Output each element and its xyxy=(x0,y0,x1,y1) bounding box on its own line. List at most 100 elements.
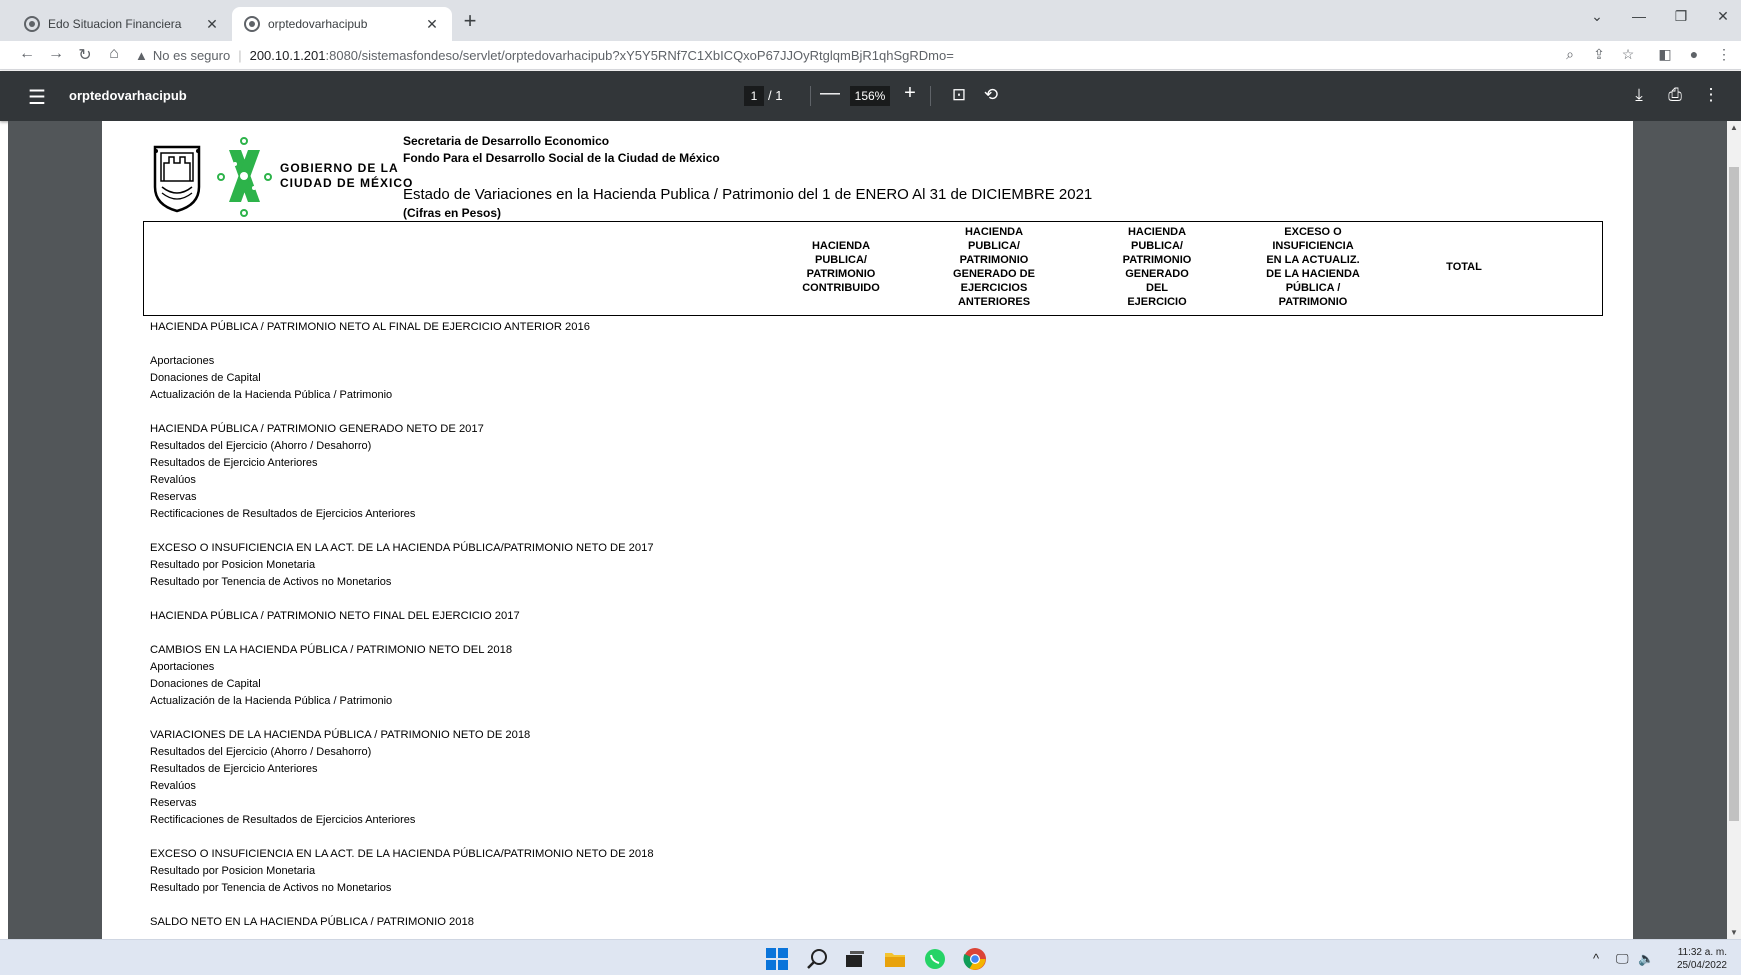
new-tab-button[interactable]: + xyxy=(458,10,482,32)
kebab-menu-icon[interactable]: ⋮ xyxy=(1714,46,1734,63)
line-item-row: Revalúos xyxy=(150,474,196,486)
section-heading-row: SALDO NETO EN LA HACIENDA PÚBLICA / PATR… xyxy=(150,916,474,928)
back-icon[interactable]: ← xyxy=(16,45,38,63)
close-icon[interactable]: ✕ xyxy=(424,16,440,33)
print-icon[interactable]: ⎙ xyxy=(1664,85,1686,105)
forward-icon[interactable]: → xyxy=(45,45,67,63)
more-options-icon[interactable]: ⋮ xyxy=(1700,85,1722,105)
column-header: HACIENDA PUBLICA/ PATRIMONIO GENERADO DE… xyxy=(1122,226,1192,308)
line-item-row: Rectificaciones de Resultados de Ejercic… xyxy=(150,814,416,826)
whatsapp-icon[interactable] xyxy=(923,947,947,971)
tab-orptedovarhacipub[interactable]: orptedovarhacipub ✕ xyxy=(232,7,452,41)
side-panel-icon[interactable]: ◧ xyxy=(1655,46,1675,63)
report-rows: HACIENDA PÚBLICA / PATRIMONIO NETO AL FI… xyxy=(150,319,1050,931)
header-fondo: Fondo Para el Desarrollo Social de la Ci… xyxy=(403,151,720,165)
address-bar[interactable]: ▲ No es seguro | 200.10.1.201:8080/siste… xyxy=(135,43,1535,67)
page-number-input[interactable]: 1 xyxy=(744,86,764,106)
row-spacer xyxy=(150,625,1050,642)
column-header-total: TOTAL xyxy=(1446,261,1482,273)
separator: | xyxy=(238,47,242,63)
tab-edo-situacion[interactable]: Edo Situacion Financiera ✕ xyxy=(12,7,232,41)
page-total: / 1 xyxy=(768,88,783,103)
row-spacer xyxy=(150,591,1050,608)
section-heading-row: EXCESO O INSUFICIENCIA EN LA ACT. DE LA … xyxy=(150,848,654,860)
network-icon[interactable]: 🖵 xyxy=(1616,951,1629,967)
row-spacer xyxy=(150,829,1050,846)
line-item-row: Resultado por Tenencia de Activos no Mon… xyxy=(150,576,392,588)
star-icon[interactable]: ☆ xyxy=(1618,46,1638,63)
share-icon[interactable]: ⇪ xyxy=(1589,46,1609,63)
system-clock[interactable]: 11:32 a. m. 25/04/2022 xyxy=(1677,946,1727,972)
row-spacer xyxy=(150,523,1050,540)
row-spacer xyxy=(150,710,1050,727)
line-item-row: Resultados del Ejercicio (Ahorro / Desah… xyxy=(150,746,372,758)
tray-chevron-icon[interactable]: ^ xyxy=(1593,951,1599,966)
pdf-viewer[interactable]: GOBIERNO DE LA CIUDAD DE MÉXICO Secretar… xyxy=(8,121,1741,939)
profile-icon[interactable]: ● xyxy=(1684,46,1704,62)
url-host: 200.10.1.201 xyxy=(249,47,326,63)
minimize-button[interactable]: — xyxy=(1624,8,1654,24)
windows-start-icon[interactable] xyxy=(765,947,789,971)
report-subtitle: (Cifras en Pesos) xyxy=(403,206,502,220)
tab-label: orptedovarhacipub xyxy=(268,17,368,31)
row-spacer xyxy=(150,897,1050,914)
scrollbar-thumb[interactable] xyxy=(1729,167,1739,821)
close-window-button[interactable]: ✕ xyxy=(1708,8,1738,25)
download-icon[interactable]: ⤓ xyxy=(1628,85,1650,105)
section-heading-row: CAMBIOS EN LA HACIENDA PÚBLICA / PATRIMO… xyxy=(150,644,513,656)
line-item-row: Rectificaciones de Resultados de Ejercic… xyxy=(150,508,416,520)
scrollbar[interactable]: ▲ ▼ xyxy=(1727,121,1741,939)
gobierno-cdmx-label: GOBIERNO DE LA CIUDAD DE MÉXICO xyxy=(280,161,413,191)
section-heading-row: HACIENDA PÚBLICA / PATRIMONIO NETO AL FI… xyxy=(150,321,590,333)
hamburger-menu-icon[interactable]: ☰ xyxy=(28,85,46,110)
pdf-page: GOBIERNO DE LA CIUDAD DE MÉXICO Secretar… xyxy=(102,121,1633,939)
gobierno-line-2: CIUDAD DE MÉXICO xyxy=(280,176,414,190)
line-item-row: Revalúos xyxy=(150,780,196,792)
line-item-row: Donaciones de Capital xyxy=(150,678,261,690)
line-item-row: Actualización de la Hacienda Pública / P… xyxy=(150,389,393,401)
screen: Edo Situacion Financiera ✕ orptedovarhac… xyxy=(0,0,1741,975)
divider xyxy=(810,86,811,106)
line-item-row: Resultado por Posicion Monetaria xyxy=(150,865,316,877)
coat-of-arms-icon xyxy=(153,145,201,213)
line-item-row: Reservas xyxy=(150,491,197,503)
line-item-row: Aportaciones xyxy=(150,355,215,367)
clock-time: 11:32 a. m. xyxy=(1677,947,1727,958)
row-spacer xyxy=(150,336,1050,353)
column-header-box: HACIENDA PUBLICA/ PATRIMONIO CONTRIBUIDO… xyxy=(143,221,1603,316)
zoom-in-button[interactable]: + xyxy=(900,82,920,105)
volume-icon[interactable]: 🔈 xyxy=(1638,951,1654,967)
search-icon[interactable] xyxy=(805,947,829,971)
header-secretaria: Secretaria de Desarrollo Economico xyxy=(403,134,610,148)
tab-label: Edo Situacion Financiera xyxy=(48,17,182,31)
column-header: HACIENDA PUBLICA/ PATRIMONIO CONTRIBUIDO xyxy=(802,240,880,294)
fit-page-icon[interactable]: ⊡ xyxy=(948,85,970,105)
line-item-row: Resultado por Tenencia de Activos no Mon… xyxy=(150,882,392,894)
taskbar: ^ 🖵 🔈 11:32 a. m. 25/04/2022 xyxy=(0,939,1741,975)
line-item-row: Resultados de Ejercicio Anteriores xyxy=(150,457,318,469)
scroll-down-arrow-icon[interactable]: ▼ xyxy=(1729,928,1739,937)
restore-button[interactable]: ❐ xyxy=(1666,8,1696,25)
close-icon[interactable]: ✕ xyxy=(204,16,220,33)
line-item-row: Donaciones de Capital xyxy=(150,372,261,384)
line-item-row: Resultados del Ejercicio (Ahorro / Desah… xyxy=(150,440,372,452)
home-icon[interactable]: ⌂ xyxy=(103,45,125,63)
gobierno-line-1: GOBIERNO DE LA xyxy=(280,161,399,175)
tab-search-icon[interactable]: ⌄ xyxy=(1582,8,1612,25)
scroll-up-arrow-icon[interactable]: ▲ xyxy=(1729,123,1739,132)
task-view-icon[interactable] xyxy=(843,947,867,971)
reload-icon[interactable]: ↻ xyxy=(74,45,96,65)
zoom-input[interactable]: 156% xyxy=(850,86,890,106)
pdf-toolbar: ☰ orptedovarhacipub 1 / 1 — 156% + ⊡ ⟲ ⤓… xyxy=(0,71,1741,121)
line-item-row: Aportaciones xyxy=(150,661,215,673)
row-spacer xyxy=(150,404,1050,421)
file-explorer-icon[interactable] xyxy=(883,947,907,971)
rotate-icon[interactable]: ⟲ xyxy=(980,85,1002,105)
globe-icon xyxy=(244,16,260,32)
chrome-icon[interactable] xyxy=(963,947,987,971)
zoom-out-button[interactable]: — xyxy=(820,82,840,105)
divider xyxy=(930,86,931,106)
column-header: EXCESO O INSUFICIENCIA EN LA ACTUALIZ. D… xyxy=(1266,226,1360,308)
url-path: :8080/sistemasfondeso/servlet/orptedovar… xyxy=(325,47,954,63)
zoom-icon[interactable]: ⌕ xyxy=(1560,46,1580,63)
